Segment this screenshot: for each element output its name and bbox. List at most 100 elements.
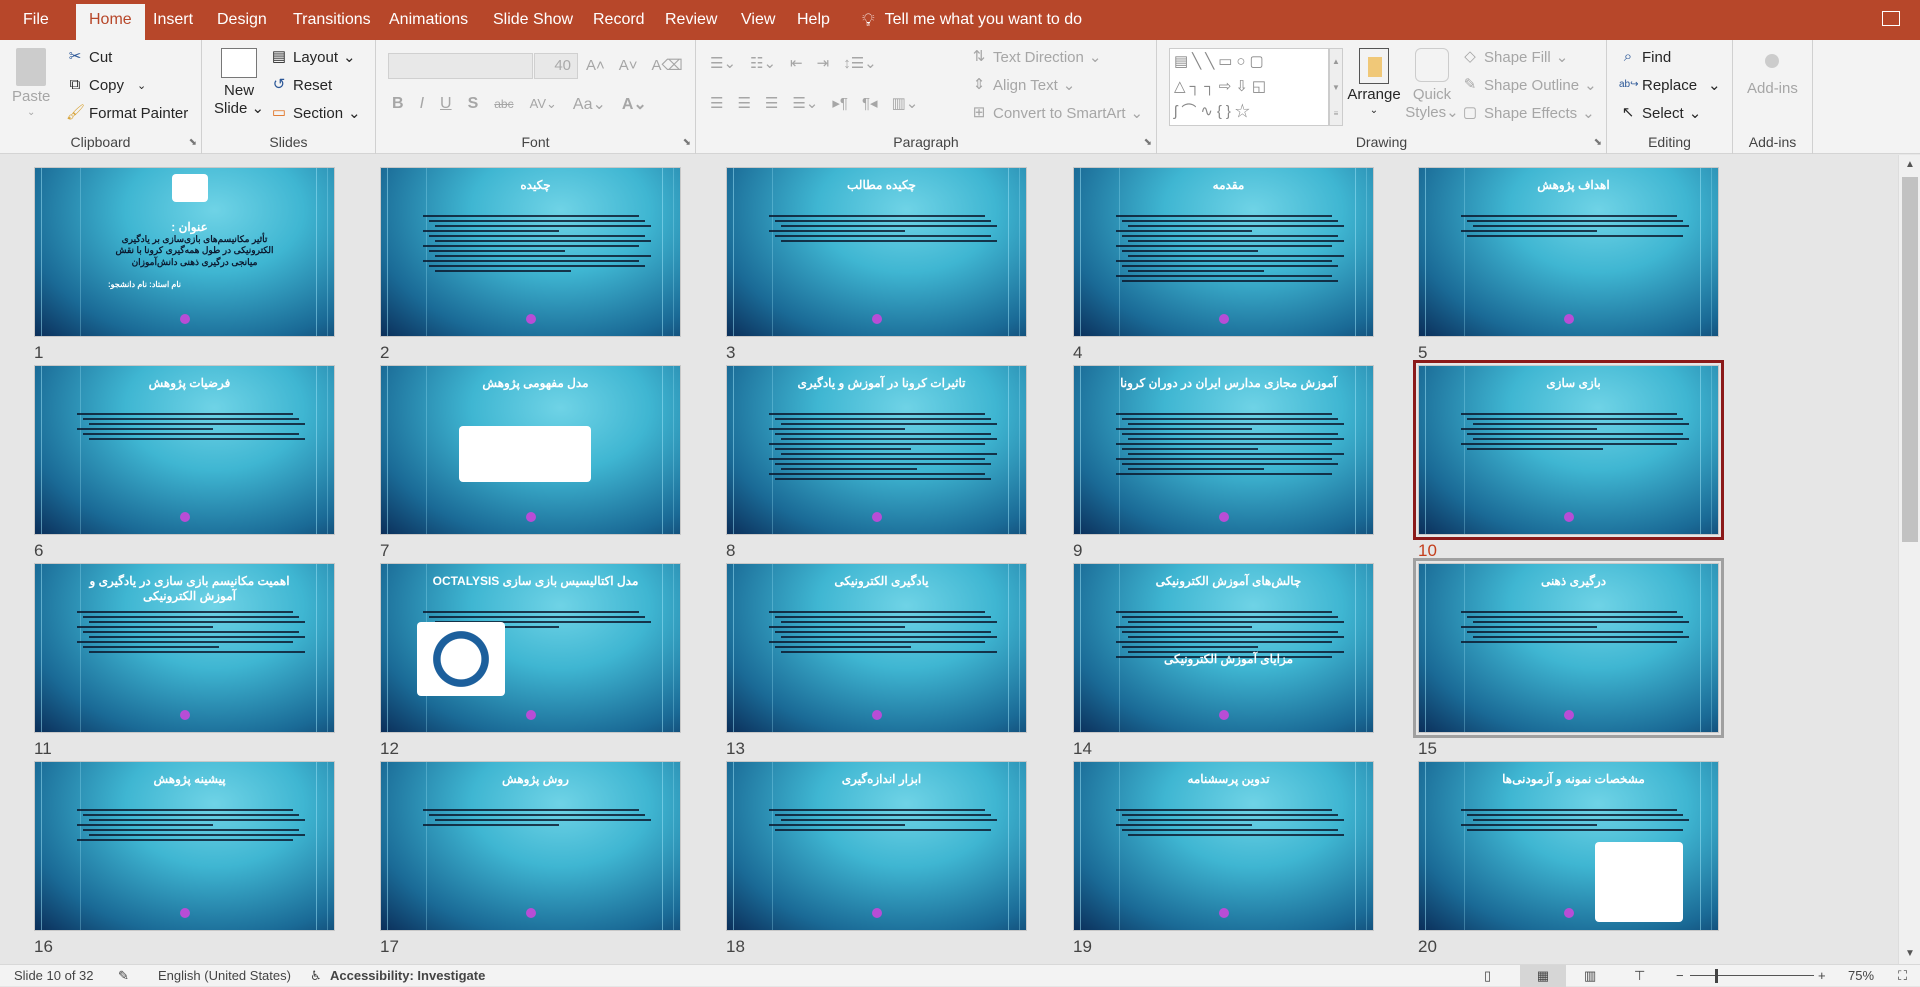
columns-icon[interactable]: ▥⌄ bbox=[892, 94, 919, 112]
zoom-slider-thumb[interactable] bbox=[1714, 969, 1718, 983]
numbering-icon[interactable]: ☷⌄ bbox=[750, 54, 776, 72]
font-color-icon[interactable]: A⌄ bbox=[622, 94, 647, 114]
shape-fill-button[interactable]: ◇ Shape Fill ⌄ bbox=[1461, 48, 1568, 66]
vertical-scrollbar[interactable]: ▲ ▼ bbox=[1898, 155, 1920, 964]
language-status[interactable]: English (United States) bbox=[158, 968, 291, 983]
accessibility-status[interactable]: Accessibility: Investigate bbox=[330, 968, 485, 983]
slide-thumbnail[interactable]: اهمیت مکانیسم بازی سازی در یادگیری و آمو… bbox=[34, 563, 335, 733]
zoom-slider[interactable] bbox=[1690, 975, 1814, 976]
align-left-icon[interactable]: ☰ bbox=[710, 94, 723, 112]
slide-thumbnail[interactable]: چکیده مطالب bbox=[726, 167, 1027, 337]
text-direction-button[interactable]: ⇅ Text Direction ⌄ bbox=[970, 48, 1102, 66]
arrange-button[interactable]: Arrange ⌄ bbox=[1341, 48, 1407, 116]
zoom-level[interactable]: 75% bbox=[1848, 968, 1874, 983]
slide-thumbnail[interactable]: چکیده bbox=[380, 167, 681, 337]
select-button[interactable]: ↖ Select ⌄ bbox=[1619, 104, 1702, 122]
quick-styles-button[interactable]: Quick Styles⌄ bbox=[1405, 48, 1459, 121]
dialog-launcher-icon[interactable]: ⬊ bbox=[189, 137, 197, 148]
rtl-icon[interactable]: ¶◂ bbox=[862, 94, 878, 112]
normal-view-icon[interactable]: ▯ bbox=[1484, 968, 1491, 984]
scroll-down-icon[interactable]: ▼ bbox=[1899, 944, 1920, 964]
slide-thumbnail[interactable]: روش پژوهش bbox=[380, 761, 681, 931]
slide-thumbnail[interactable]: یادگیری الکترونیکی bbox=[726, 563, 1027, 733]
tab-design[interactable]: Design bbox=[204, 0, 280, 40]
slide-thumbnail[interactable]: عنوان : تأثیر مکانیسم‌های بازی‌سازی بر یا… bbox=[34, 167, 335, 337]
dialog-launcher-icon[interactable]: ⬊ bbox=[1594, 137, 1602, 148]
justify-icon[interactable]: ☰⌄ bbox=[792, 94, 818, 112]
reset-button[interactable]: ↺ Reset bbox=[270, 76, 332, 94]
decrease-font-icon[interactable]: A˅ bbox=[619, 57, 638, 74]
tab-view[interactable]: View bbox=[728, 0, 788, 40]
tell-me-search[interactable]: 💡︎ Tell me what you want to do bbox=[862, 0, 1082, 40]
new-slide-button[interactable]: New Slide ⌄ bbox=[214, 48, 264, 117]
slide-thumbnail[interactable]: مقدمه bbox=[1073, 167, 1374, 337]
zoom-out-button[interactable]: − bbox=[1676, 968, 1684, 983]
slide-thumbnail[interactable]: آموزش مجازی مدارس ایران در دوران کرونا bbox=[1073, 365, 1374, 535]
zoom-in-button[interactable]: + bbox=[1818, 968, 1826, 983]
smartart-button[interactable]: ⊞ Convert to SmartArt ⌄ bbox=[970, 104, 1143, 122]
scrollbar-thumb[interactable] bbox=[1902, 177, 1918, 542]
accessibility-icon[interactable]: ♿︎ bbox=[310, 968, 322, 984]
slide-thumbnail[interactable]: فرضیات پژوهش bbox=[34, 365, 335, 535]
tab-transitions[interactable]: Transitions bbox=[280, 0, 384, 40]
layout-button[interactable]: ▤ Layout ⌄ bbox=[270, 48, 356, 66]
ltr-icon[interactable]: ▸¶ bbox=[832, 94, 848, 112]
slide-sorter-view-icon[interactable]: ▦ bbox=[1520, 965, 1566, 987]
tab-animations[interactable]: Animations bbox=[376, 0, 481, 40]
tab-slide-show[interactable]: Slide Show bbox=[480, 0, 586, 40]
tab-help[interactable]: Help bbox=[784, 0, 843, 40]
reading-view-icon[interactable]: ▥ bbox=[1584, 968, 1596, 984]
slide-thumbnail[interactable]: اهداف پژوهش bbox=[1418, 167, 1719, 337]
decrease-indent-icon[interactable]: ⇤ bbox=[790, 54, 803, 72]
addins-button[interactable]: Add-ins bbox=[1747, 48, 1798, 97]
font-size-combo[interactable]: 40 bbox=[534, 53, 578, 79]
strikethrough-icon[interactable]: abc bbox=[494, 97, 513, 111]
font-name-combo[interactable] bbox=[388, 53, 533, 79]
italic-icon[interactable]: I bbox=[420, 95, 424, 113]
slide-thumbnail[interactable]: ابزار اندازه‌گیری bbox=[726, 761, 1027, 931]
slide-thumbnail[interactable]: مدل مفهومی پژوهش bbox=[380, 365, 681, 535]
tab-record[interactable]: Record bbox=[580, 0, 658, 40]
slide-thumbnail[interactable]: مشخصات نمونه و آزمودنی‌ها bbox=[1418, 761, 1719, 931]
notes-icon[interactable]: ✎ bbox=[118, 968, 129, 984]
slide-thumbnail[interactable]: بازی سازی bbox=[1413, 360, 1724, 540]
slide-thumbnail[interactable]: مدل اکتالیسیس بازی سازی OCTALYSIS bbox=[380, 563, 681, 733]
bold-icon[interactable]: B bbox=[392, 95, 404, 113]
paste-button[interactable]: Paste ⌄ bbox=[12, 48, 50, 118]
change-case-icon[interactable]: Aa⌄ bbox=[573, 94, 606, 114]
line-spacing-icon[interactable]: ↕☰⌄ bbox=[843, 54, 877, 72]
align-center-icon[interactable]: ☰ bbox=[737, 94, 750, 112]
align-right-icon[interactable]: ☰ bbox=[765, 94, 778, 112]
fit-to-window-icon[interactable]: ⛶ bbox=[1898, 968, 1907, 984]
shape-effects-button[interactable]: ▢ Shape Effects ⌄ bbox=[1461, 104, 1595, 122]
cut-button[interactable]: ✂ Cut bbox=[66, 48, 113, 66]
increase-font-icon[interactable]: A˄ bbox=[586, 57, 605, 74]
slide-thumbnail[interactable]: چالش‌های آموزش الکترونیکی مزایای آموزش ال… bbox=[1073, 563, 1374, 733]
char-spacing-icon[interactable]: AV⌄ bbox=[530, 96, 557, 112]
tab-review[interactable]: Review bbox=[652, 0, 730, 40]
slideshow-view-icon[interactable]: ⊤ bbox=[1634, 968, 1645, 984]
slide-thumbnail[interactable]: درگیری ذهنی bbox=[1413, 558, 1724, 738]
tab-home[interactable]: Home bbox=[76, 4, 145, 40]
scroll-up-icon[interactable]: ▲ bbox=[1899, 155, 1920, 175]
shapes-gallery[interactable]: ▤╲╲▭○▢ △┐┐⇨⇩◱ ʃ⌒∿{}☆ bbox=[1169, 48, 1329, 126]
copy-button[interactable]: ⧉ Copy ⌄ bbox=[66, 76, 147, 94]
section-button[interactable]: ▭ Section ⌄ bbox=[270, 104, 361, 122]
bullets-icon[interactable]: ☰⌄ bbox=[710, 54, 736, 72]
format-painter-button[interactable]: 🖌︎ Format Painter bbox=[66, 104, 188, 122]
slide-thumbnail[interactable]: پیشینه پژوهش bbox=[34, 761, 335, 931]
shadow-icon[interactable]: S bbox=[468, 95, 479, 113]
align-text-button[interactable]: ⇕ Align Text ⌄ bbox=[970, 76, 1076, 94]
underline-icon[interactable]: U bbox=[440, 95, 452, 113]
comments-icon[interactable] bbox=[1882, 11, 1900, 26]
dialog-launcher-icon[interactable]: ⬊ bbox=[683, 137, 691, 148]
dialog-launcher-icon[interactable]: ⬊ bbox=[1144, 137, 1152, 148]
replace-button[interactable]: ab↪ Replace ⌄ bbox=[1619, 76, 1721, 95]
tab-file[interactable]: File bbox=[10, 0, 62, 40]
slide-thumbnail[interactable]: تدوین پرسشنامه bbox=[1073, 761, 1374, 931]
clear-formatting-icon[interactable]: A⌫ bbox=[652, 56, 683, 74]
find-button[interactable]: ⌕ Find bbox=[1619, 48, 1671, 66]
tab-insert[interactable]: Insert bbox=[140, 0, 206, 40]
slide-thumbnail[interactable]: تاثیرات کرونا در آموزش و یادگیری bbox=[726, 365, 1027, 535]
shape-outline-button[interactable]: ✎ Shape Outline ⌄ bbox=[1461, 76, 1597, 94]
